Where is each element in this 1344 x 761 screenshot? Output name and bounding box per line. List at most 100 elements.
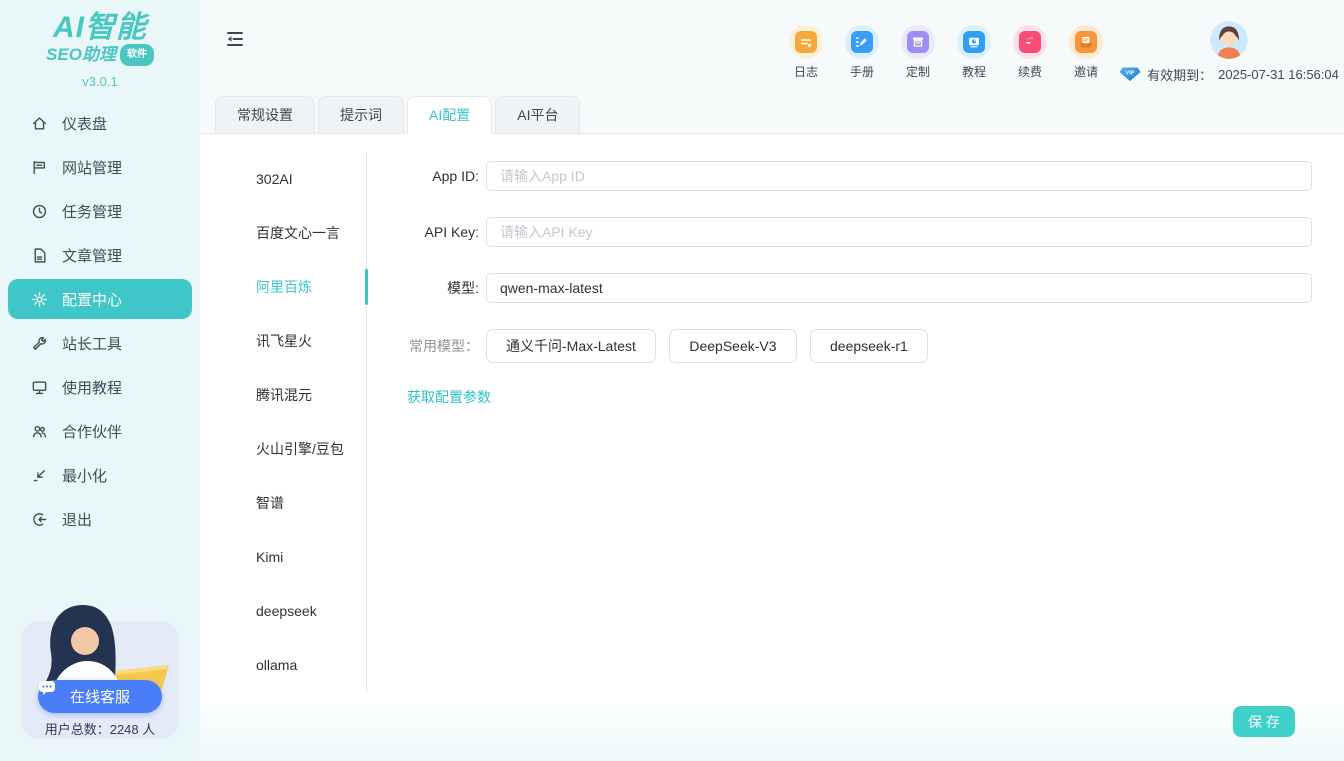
vip-icon: VIP: [1119, 66, 1141, 82]
minimize-icon: [30, 466, 48, 484]
sidebar-item-partners[interactable]: 合作伙伴: [0, 411, 200, 451]
vip-expiry-value: 2025-07-31 16:56:04: [1218, 67, 1339, 82]
quick-action-invite[interactable]: 邀请: [1058, 25, 1114, 80]
footer-bar: 保 存: [200, 705, 1344, 761]
logo-title: AI智能: [0, 12, 200, 44]
wrench-icon: [30, 334, 48, 352]
model-row: 模型:: [367, 273, 1312, 303]
sidebar-item-config-center[interactable]: 配置中心: [8, 279, 192, 319]
provider-302ai[interactable]: 302AI: [200, 152, 366, 206]
provider-zhipu[interactable]: 智谱: [200, 476, 366, 530]
chat-icon: [38, 680, 56, 696]
sidebar-item-label: 网站管理: [62, 157, 122, 178]
menu-fold-icon[interactable]: [225, 29, 245, 49]
invite-icon: [1069, 25, 1103, 59]
tab-ai-config[interactable]: AI配置: [407, 96, 492, 134]
clock-icon: [30, 202, 48, 220]
sidebar-item-label: 最小化: [62, 465, 107, 486]
ai-config-panel: 302AI 百度文心一言 阿里百炼 讯飞星火 腾讯混元 火山引擎/豆包 智谱 K…: [200, 134, 1344, 705]
sidebar-item-articles[interactable]: 文章管理: [0, 235, 200, 275]
provider-xunfei-spark[interactable]: 讯飞星火: [200, 314, 366, 368]
app-logo: AI智能 SEO助理 软件 v3.0.1: [0, 0, 200, 89]
provider-ollama[interactable]: ollama: [200, 638, 366, 692]
sidebar-item-dashboard[interactable]: 仪表盘: [0, 103, 200, 143]
sidebar-item-label: 合作伙伴: [62, 421, 122, 442]
renew-icon: [1013, 25, 1047, 59]
sidebar-item-label: 站长工具: [62, 333, 122, 354]
provider-config-form: App ID: API Key: 模型: 常用模型： 通义千问-Max-Late…: [367, 134, 1344, 705]
log-icon: [789, 25, 823, 59]
api-key-label: API Key:: [367, 224, 486, 240]
provider-deepseek[interactable]: deepseek: [200, 584, 366, 638]
provider-ali-bailian[interactable]: 阿里百炼: [200, 260, 366, 314]
common-models-row: 常用模型： 通义千问-Max-Latest DeepSeek-V3 deepse…: [367, 329, 1312, 363]
provider-kimi[interactable]: Kimi: [200, 530, 366, 584]
manual-icon: [845, 25, 879, 59]
custom-icon: [901, 25, 935, 59]
sidebar-item-label: 配置中心: [62, 289, 122, 310]
sidebar: AI智能 SEO助理 软件 v3.0.1 仪表盘 网站管理 任务管理 文: [0, 0, 200, 761]
avatar[interactable]: [1210, 21, 1248, 59]
fetch-config-link[interactable]: 获取配置参数: [407, 387, 491, 407]
model-option-deepseek-v3[interactable]: DeepSeek-V3: [669, 329, 796, 363]
app-id-row: App ID:: [367, 161, 1312, 191]
sidebar-nav: 仪表盘 网站管理 任务管理 文章管理 配置中心 站长工具: [0, 103, 200, 539]
provider-volcano-doubao[interactable]: 火山引擎/豆包: [200, 422, 366, 476]
tutorial-icon: [957, 25, 991, 59]
sidebar-item-tutorials[interactable]: 使用教程: [0, 367, 200, 407]
common-model-buttons: 通义千问-Max-Latest DeepSeek-V3 deepseek-r1: [486, 329, 937, 363]
gear-icon: [30, 290, 48, 308]
tab-prompts[interactable]: 提示词: [318, 96, 404, 134]
api-key-input[interactable]: [486, 217, 1312, 247]
app-version: v3.0.1: [0, 74, 200, 89]
user-profile: VIP 有效期到： 2025-07-31 16:56:04: [1114, 13, 1344, 84]
logout-icon: [30, 510, 48, 528]
sidebar-item-label: 退出: [62, 509, 92, 530]
flag-icon: [30, 158, 48, 176]
online-service-label: 在线客服: [70, 686, 130, 707]
vip-expiry-label: 有效期到：: [1147, 65, 1212, 84]
provider-tencent-hunyuan[interactable]: 腾讯混元: [200, 368, 366, 422]
quick-action-logs[interactable]: 日志: [778, 25, 834, 80]
sidebar-item-label: 文章管理: [62, 245, 122, 266]
model-input[interactable]: [486, 273, 1312, 303]
app-window: AI智能 SEO助理 软件 v3.0.1 仪表盘 网站管理 任务管理 文: [0, 0, 1344, 761]
monitor-icon: [30, 378, 48, 396]
sidebar-item-websites[interactable]: 网站管理: [0, 147, 200, 187]
document-icon: [30, 246, 48, 264]
tab-general-settings[interactable]: 常规设置: [215, 96, 315, 134]
logo-badge: 软件: [120, 44, 154, 66]
settings-tabs: 常规设置 提示词 AI配置 AI平台: [200, 96, 1344, 134]
sidebar-item-webmaster-tools[interactable]: 站长工具: [0, 323, 200, 363]
model-option-deepseek-r1[interactable]: deepseek-r1: [810, 329, 928, 363]
sidebar-item-logout[interactable]: 退出: [0, 499, 200, 539]
total-users-count: 用户总数：2248 人: [21, 719, 179, 738]
app-id-label: App ID:: [367, 168, 486, 184]
quick-action-tutorial[interactable]: 教程: [946, 25, 1002, 80]
model-option-qwen-max-latest[interactable]: 通义千问-Max-Latest: [486, 329, 656, 363]
provider-baidu-wenxin[interactable]: 百度文心一言: [200, 206, 366, 260]
app-id-input[interactable]: [486, 161, 1312, 191]
quick-action-manual[interactable]: 手册: [834, 25, 890, 80]
quick-action-renew[interactable]: 续费: [1002, 25, 1058, 80]
provider-list: 302AI 百度文心一言 阿里百炼 讯飞星火 腾讯混元 火山引擎/豆包 智谱 K…: [200, 152, 367, 692]
common-models-label: 常用模型：: [367, 336, 486, 356]
customer-service-card: 在线客服 用户总数：2248 人: [21, 595, 179, 747]
sidebar-item-tasks[interactable]: 任务管理: [0, 191, 200, 231]
main-area: 日志 手册 定制: [200, 0, 1344, 761]
api-key-row: API Key:: [367, 217, 1312, 247]
people-icon: [30, 422, 48, 440]
sidebar-item-label: 任务管理: [62, 201, 122, 222]
sidebar-item-minimize[interactable]: 最小化: [0, 455, 200, 495]
svg-text:VIP: VIP: [1126, 71, 1135, 77]
sidebar-item-label: 仪表盘: [62, 113, 107, 134]
quick-action-custom[interactable]: 定制: [890, 25, 946, 80]
topbar-actions: 日志 手册 定制: [778, 13, 1344, 84]
topbar: 日志 手册 定制: [200, 0, 1344, 96]
save-button[interactable]: 保 存: [1233, 706, 1295, 737]
online-service-button[interactable]: 在线客服: [38, 680, 162, 713]
sidebar-item-label: 使用教程: [62, 377, 122, 398]
tab-ai-platform[interactable]: AI平台: [495, 96, 580, 134]
vip-status: VIP 有效期到： 2025-07-31 16:56:04: [1119, 65, 1339, 84]
logo-subtitle: SEO助理 软件: [0, 44, 200, 66]
